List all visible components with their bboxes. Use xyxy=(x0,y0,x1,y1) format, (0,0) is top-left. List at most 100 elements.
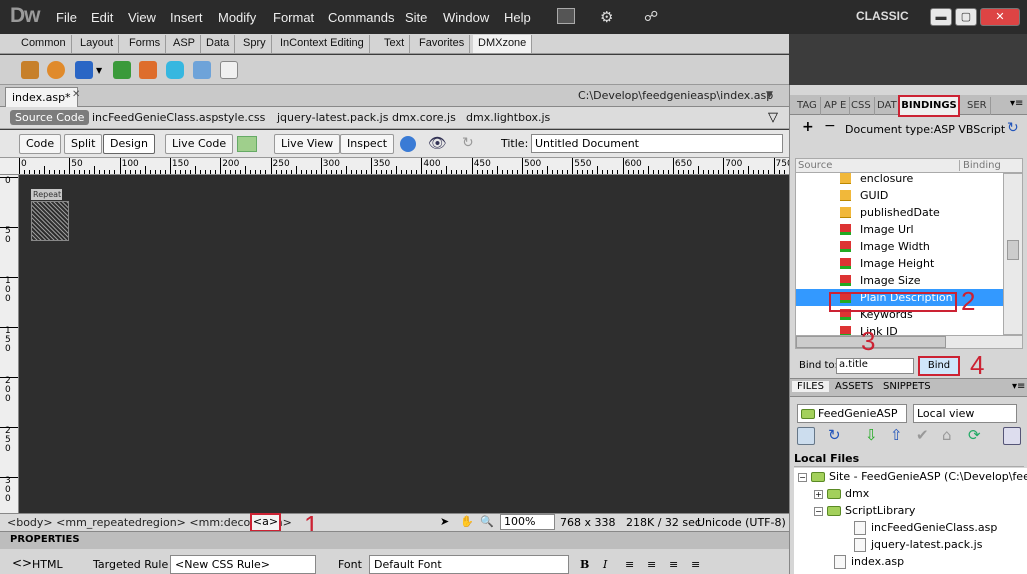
minimize-button[interactable]: ▬ xyxy=(930,8,952,26)
design-view-button[interactable]: Design xyxy=(103,134,155,154)
html-icon[interactable]: <> xyxy=(12,556,32,570)
menu-edit[interactable]: Edit xyxy=(91,10,113,25)
add-binding-button[interactable]: + xyxy=(802,119,814,135)
split-view-button[interactable]: Split xyxy=(64,134,103,154)
live-view-button[interactable]: Live View xyxy=(274,134,341,154)
tab-index-asp[interactable]: index.asp* xyxy=(5,87,78,107)
binding-item[interactable]: Image Width xyxy=(796,238,1003,255)
dmx-window-icon[interactable] xyxy=(75,61,93,79)
collapse-icon[interactable]: − xyxy=(798,472,807,482)
align-justify-icon[interactable]: ≡ xyxy=(691,558,700,571)
tab-data[interactable]: Data xyxy=(201,35,236,53)
tree-row-file[interactable]: incFeedGenieClass.asp xyxy=(794,519,1027,536)
filter-icon[interactable]: ▽ xyxy=(768,110,778,125)
align-left-icon[interactable]: ≡ xyxy=(625,558,634,571)
window-size[interactable]: 768 x 338 xyxy=(560,516,616,529)
bind-button[interactable]: Bind xyxy=(918,356,960,376)
synchronize-icon[interactable]: ⟳ xyxy=(968,426,981,444)
binding-column-header[interactable]: Binding xyxy=(959,160,1001,171)
check-page-icon[interactable] xyxy=(237,136,257,152)
tab-spry[interactable]: Spry xyxy=(238,35,272,53)
tab-text[interactable]: Text xyxy=(379,35,411,53)
tab-server-behaviors[interactable]: SER xyxy=(964,97,991,115)
binding-item[interactable]: Image Height xyxy=(796,255,1003,272)
binding-item[interactable]: publishedDate xyxy=(796,204,1003,221)
targeted-rule-select[interactable]: <New CSS Rule> xyxy=(170,555,316,574)
tab-assets[interactable]: ASSETS xyxy=(830,381,878,392)
related-file[interactable]: style.css xyxy=(218,111,265,124)
binding-item[interactable]: GUID xyxy=(796,187,1003,204)
refresh-icon[interactable]: ↻ xyxy=(828,426,841,444)
maximize-button[interactable]: ▢ xyxy=(955,8,977,26)
live-code-button[interactable]: Live Code xyxy=(165,134,234,154)
repeat-region-image-placeholder[interactable] xyxy=(31,201,69,241)
menu-file[interactable]: File xyxy=(56,10,77,25)
source-column-header[interactable]: Source xyxy=(798,160,832,171)
dmx-calendar-icon[interactable] xyxy=(139,61,157,79)
tab-snippets[interactable]: SNIPPETS xyxy=(878,381,936,392)
tab-bindings[interactable]: BINDINGS xyxy=(898,95,960,117)
check-in-icon[interactable]: ⌂ xyxy=(942,426,952,444)
align-right-icon[interactable]: ≡ xyxy=(669,558,678,571)
close-button[interactable]: ✕ xyxy=(980,8,1020,26)
binding-item[interactable]: enclosure xyxy=(796,173,1003,187)
title-input[interactable] xyxy=(531,134,783,153)
menu-modify[interactable]: Modify xyxy=(218,10,256,25)
horizontal-scrollbar[interactable] xyxy=(795,335,1023,349)
put-files-icon[interactable]: ⇧ xyxy=(890,426,903,444)
tab-ap-elements[interactable]: AP E xyxy=(821,97,851,115)
layout-icon[interactable] xyxy=(557,8,575,24)
pointer-icon[interactable]: ➤ xyxy=(440,515,449,528)
refresh-icon[interactable]: ↻ xyxy=(1007,120,1019,136)
properties-header[interactable]: PROPERTIES xyxy=(0,532,789,549)
zoom-select[interactable]: 100% xyxy=(500,514,555,530)
tag-a-selector[interactable]: <a> xyxy=(250,513,281,532)
refresh-icon[interactable]: ↻ xyxy=(462,135,474,151)
workspace-switcher[interactable]: CLASSIC xyxy=(856,9,909,23)
globe-icon[interactable] xyxy=(400,136,416,152)
dmx-slideshow-icon[interactable] xyxy=(193,61,211,79)
tree-row-file[interactable]: index.asp xyxy=(794,553,1027,570)
site-manager-icon[interactable]: ☍ xyxy=(644,8,658,25)
tree-row-site[interactable]: − Site - FeedGenieASP (C:\Develop\fee... xyxy=(794,468,1027,485)
panel-menu-icon[interactable]: ▾≡ xyxy=(1012,381,1025,392)
inspect-button[interactable]: Inspect xyxy=(340,134,395,154)
tree-row-file[interactable]: jquery-latest.pack.js xyxy=(794,536,1027,553)
collapse-icon[interactable]: − xyxy=(814,506,823,516)
menu-help[interactable]: Help xyxy=(504,10,531,25)
tab-forms[interactable]: Forms xyxy=(124,35,167,53)
menu-view[interactable]: View xyxy=(128,10,156,25)
code-view-button[interactable]: Code xyxy=(19,134,62,154)
binding-item[interactable]: Image Url xyxy=(796,221,1003,238)
tree-row-folder[interactable]: + dmx xyxy=(794,485,1027,502)
tab-files[interactable]: FILES xyxy=(792,381,829,392)
get-files-icon[interactable]: ⇩ xyxy=(865,426,878,444)
dmx-gallery-icon[interactable] xyxy=(21,61,39,79)
view-select[interactable]: Local view xyxy=(913,404,1017,423)
check-out-icon[interactable]: ✔ xyxy=(916,426,929,444)
tab-tag-inspector[interactable]: TAG xyxy=(794,97,821,115)
chevron-down-icon[interactable]: ▼ xyxy=(96,66,102,75)
expand-icon[interactable] xyxy=(1003,427,1021,445)
bold-button[interactable]: B xyxy=(580,558,589,571)
tab-incontext-editing[interactable]: InContext Editing xyxy=(275,35,370,53)
chevron-down-icon[interactable]: ▼ xyxy=(766,90,773,100)
design-canvas[interactable] xyxy=(19,175,789,513)
menu-format[interactable]: Format xyxy=(273,10,314,25)
expand-icon[interactable]: + xyxy=(814,489,823,499)
tree-row-folder[interactable]: − ScriptLibrary xyxy=(794,502,1027,519)
connect-icon[interactable] xyxy=(797,427,815,445)
gear-icon[interactable]: ⚙ xyxy=(600,8,613,26)
remove-binding-button[interactable]: − xyxy=(824,118,836,134)
tab-databases[interactable]: DAT xyxy=(874,97,901,115)
dmx-feed-icon[interactable] xyxy=(47,61,65,79)
hand-icon[interactable]: ✋ xyxy=(460,515,474,528)
tab-layout[interactable]: Layout xyxy=(75,35,120,53)
font-select[interactable]: Default Font xyxy=(369,555,569,574)
vertical-scrollbar[interactable] xyxy=(1003,173,1023,335)
binding-item[interactable]: Link ID xyxy=(796,323,1003,335)
tab-dmxzone[interactable]: DMXzone xyxy=(473,35,533,53)
close-icon[interactable]: ✕ xyxy=(72,89,80,100)
menu-window[interactable]: Window xyxy=(443,10,489,25)
site-select[interactable]: FeedGenieASP xyxy=(797,404,907,423)
